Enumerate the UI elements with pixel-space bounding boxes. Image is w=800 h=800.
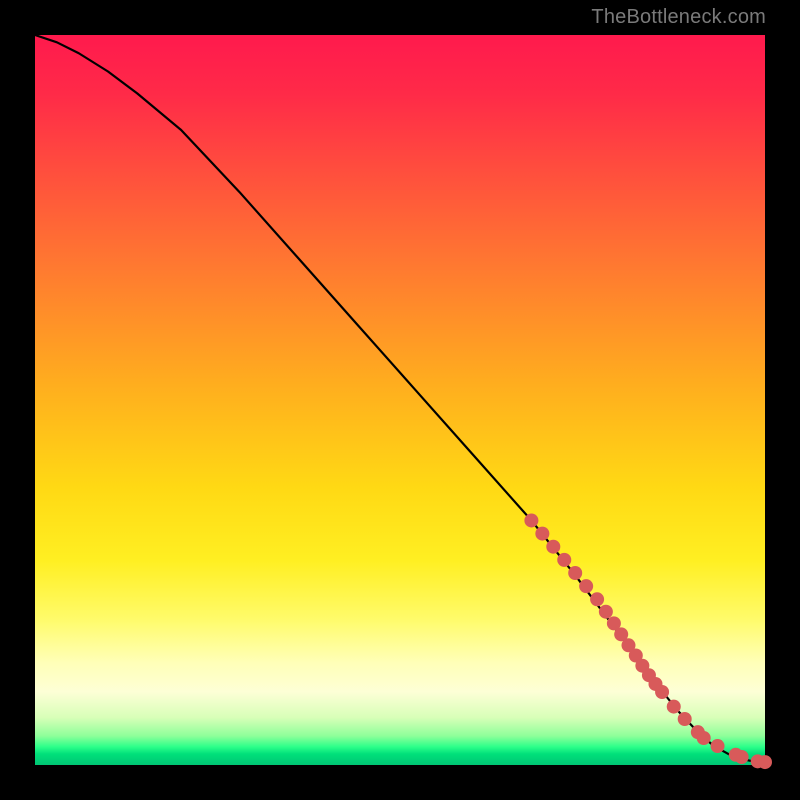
highlight-point (568, 566, 582, 580)
chart-overlay (35, 35, 765, 765)
highlight-point (599, 605, 613, 619)
highlight-point (667, 700, 681, 714)
highlight-point (579, 579, 593, 593)
highlight-point (546, 540, 560, 554)
highlight-point (758, 755, 772, 769)
highlight-point (735, 750, 749, 764)
highlight-points (524, 513, 772, 769)
highlight-point (557, 553, 571, 567)
chart-frame: TheBottleneck.com (0, 0, 800, 800)
curve-line (35, 35, 765, 763)
highlight-point (535, 527, 549, 541)
highlight-point (590, 592, 604, 606)
highlight-point (697, 731, 711, 745)
highlight-point (678, 712, 692, 726)
highlight-point (655, 685, 669, 699)
watermark-text: TheBottleneck.com (591, 6, 766, 29)
highlight-point (711, 739, 725, 753)
highlight-point (524, 513, 538, 527)
